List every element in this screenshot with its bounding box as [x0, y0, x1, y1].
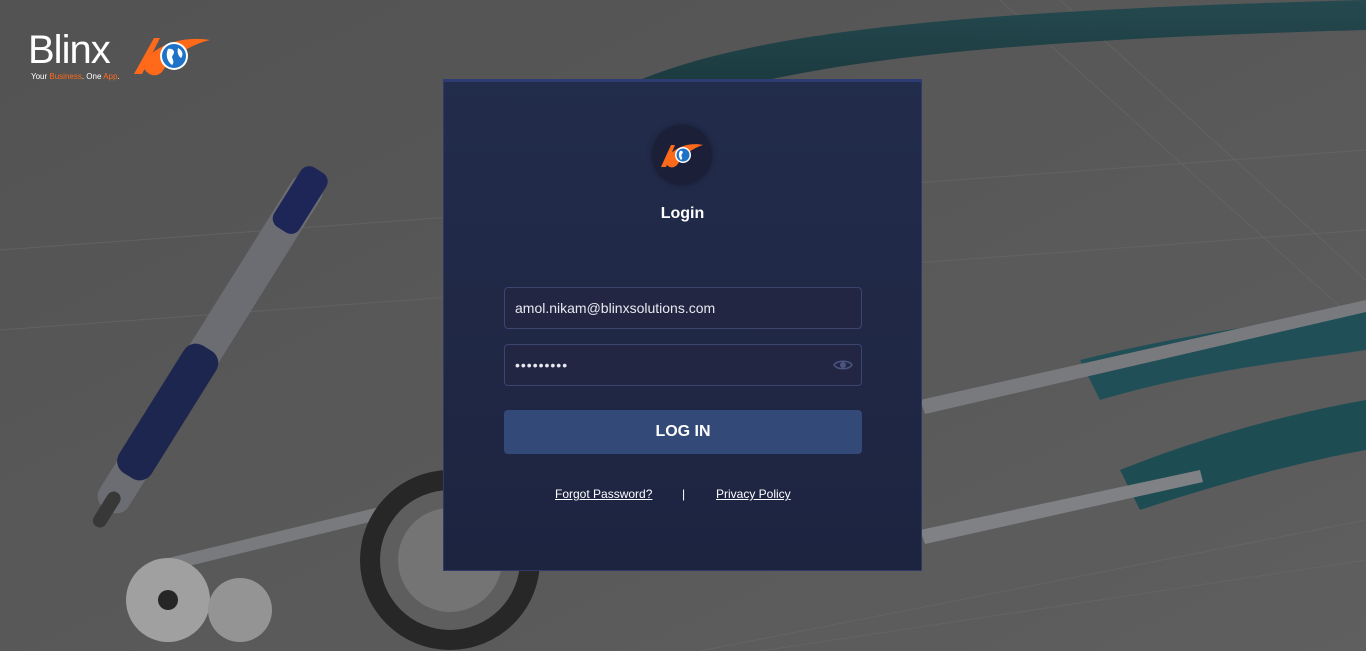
- login-button[interactable]: LOG IN: [504, 410, 862, 454]
- blinx-globe-icon: [134, 38, 210, 76]
- brand-tagline: Your Business. One App.: [31, 72, 120, 81]
- brand-logo[interactable]: Blinx Your Business. One App.: [28, 28, 218, 88]
- login-badge: [652, 125, 712, 185]
- eye-icon[interactable]: [833, 358, 853, 372]
- login-title: Login: [660, 205, 705, 222]
- blinx-logo-icon: [661, 144, 703, 168]
- login-card: Login LOG IN Forgot Password? | Privacy …: [443, 79, 922, 571]
- login-page: Blinx Your Business. One App. Login amol…: [0, 0, 1366, 651]
- login-links: Forgot Password? | Privacy Policy: [444, 487, 921, 503]
- link-separator: |: [682, 487, 686, 501]
- brand-name: Blinx: [28, 28, 111, 72]
- email-field[interactable]: [504, 287, 862, 329]
- password-field[interactable]: [504, 344, 862, 386]
- forgot-password-link[interactable]: Forgot Password?: [555, 487, 652, 501]
- privacy-policy-link[interactable]: Privacy Policy: [716, 487, 791, 501]
